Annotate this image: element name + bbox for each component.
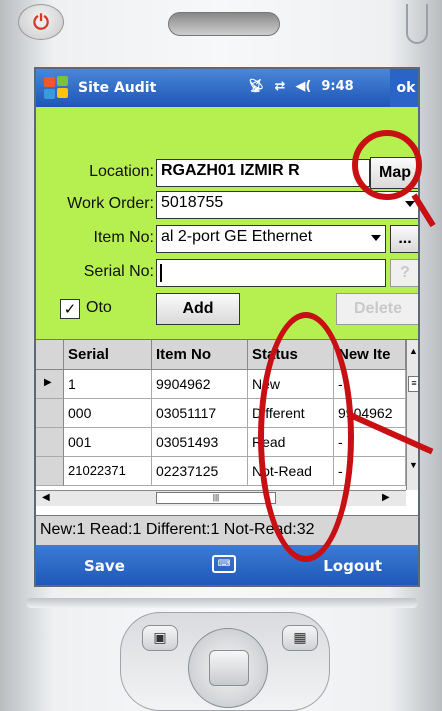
pda-device: ⏻ Site Audit 📡︎ ⇄ ◀( 9:48 ok Location: R… xyxy=(0,0,442,711)
contacts-hardware-key-icon[interactable]: ▣ xyxy=(142,625,178,651)
grid-corner xyxy=(36,340,64,370)
serial-no-input[interactable] xyxy=(156,259,386,287)
item-no-select[interactable]: al 2-port GE Ethernet xyxy=(156,225,386,253)
work-order-value: 5018755 xyxy=(161,194,224,211)
scroll-thumb[interactable]: ≡ xyxy=(408,376,418,392)
oto-checkbox[interactable]: ✓ xyxy=(60,299,80,319)
delete-button[interactable]: Delete xyxy=(336,293,418,325)
column-header-item-no[interactable]: Item No xyxy=(152,340,248,370)
scroll-up-icon[interactable]: ▲ xyxy=(409,346,418,356)
status-icons: 📡︎ ⇄ ◀( 9:48 xyxy=(248,79,354,94)
location-field[interactable]: RGAZH01 IZMIR R xyxy=(156,159,370,187)
row-selector[interactable] xyxy=(36,457,64,486)
logout-softkey[interactable]: Logout xyxy=(323,557,382,575)
stylus-slot xyxy=(406,4,428,44)
row-selector[interactable] xyxy=(36,399,64,428)
dpad-center-button[interactable] xyxy=(209,650,249,686)
clock[interactable]: 9:48 xyxy=(321,79,353,94)
save-softkey[interactable]: Save xyxy=(84,557,125,575)
add-button[interactable]: Add xyxy=(156,293,240,325)
table-cell[interactable]: 9904962 xyxy=(152,370,248,399)
keyboard-icon[interactable]: ⌨ xyxy=(212,555,236,573)
bezel-edge xyxy=(26,598,418,608)
text-cursor xyxy=(160,264,162,282)
app-title: Site Audit xyxy=(78,80,157,96)
power-button[interactable]: ⏻ xyxy=(18,4,64,40)
vertical-scrollbar[interactable]: ▲ ≡ ▼ xyxy=(406,340,418,490)
item-no-value: al 2-port GE Ethernet xyxy=(161,228,313,245)
ok-button[interactable]: ok xyxy=(390,69,418,107)
table-cell[interactable]: 000 xyxy=(64,399,152,428)
table-cell[interactable]: 001 xyxy=(64,428,152,457)
table-cell[interactable]: 03051117 xyxy=(152,399,248,428)
current-row-arrow-icon: ▶ xyxy=(44,377,52,388)
serial-no-label: Serial No: xyxy=(83,263,154,280)
work-order-label: Work Order: xyxy=(67,195,154,212)
chevron-down-icon[interactable] xyxy=(371,235,381,241)
row-selector[interactable] xyxy=(36,428,64,457)
annotation-circle-status xyxy=(258,312,354,562)
connectivity-arrows-icon[interactable]: ⇄ xyxy=(275,79,286,94)
scroll-thumb[interactable]: ||| xyxy=(156,492,276,504)
item-no-label: Item No: xyxy=(93,229,154,246)
column-header-serial[interactable]: Serial xyxy=(64,340,152,370)
location-label: Location: xyxy=(89,163,154,180)
horizontal-scrollbar[interactable]: ◀ ||| ▶ xyxy=(36,490,406,506)
softkey-menu-bar: Save ⌨ Logout xyxy=(36,545,418,585)
title-bar: Site Audit 📡︎ ⇄ ◀( 9:48 ok xyxy=(36,69,418,107)
annotation-circle-map xyxy=(352,130,422,200)
scroll-down-icon[interactable]: ▼ xyxy=(409,460,418,470)
signal-antenna-icon[interactable]: 📡︎ xyxy=(248,79,265,94)
oto-label: Oto xyxy=(86,299,112,316)
items-grid: Serial Item No Status New Ite ▶ 1 990496… xyxy=(36,339,418,515)
scroll-left-icon[interactable]: ◀ xyxy=(42,492,50,503)
speaker-volume-icon[interactable]: ◀( xyxy=(295,79,311,94)
summary-status: New:1 Read:1 Different:1 Not-Read:32 xyxy=(36,515,418,545)
help-button[interactable]: ? xyxy=(390,259,418,287)
table-cell[interactable]: 02237125 xyxy=(152,457,248,486)
row-selector[interactable]: ▶ xyxy=(36,370,64,399)
windows-start-icon[interactable] xyxy=(42,73,72,103)
earpiece-speaker xyxy=(168,12,280,36)
table-cell[interactable]: 21022371 xyxy=(64,457,152,486)
scroll-right-icon[interactable]: ▶ xyxy=(382,492,390,503)
table-cell[interactable]: 03051493 xyxy=(152,428,248,457)
calendar-hardware-key-icon[interactable]: ▦ xyxy=(282,625,318,651)
table-cell[interactable]: 1 xyxy=(64,370,152,399)
item-browse-button[interactable]: ... xyxy=(390,225,418,253)
chevron-down-icon[interactable] xyxy=(405,201,415,207)
